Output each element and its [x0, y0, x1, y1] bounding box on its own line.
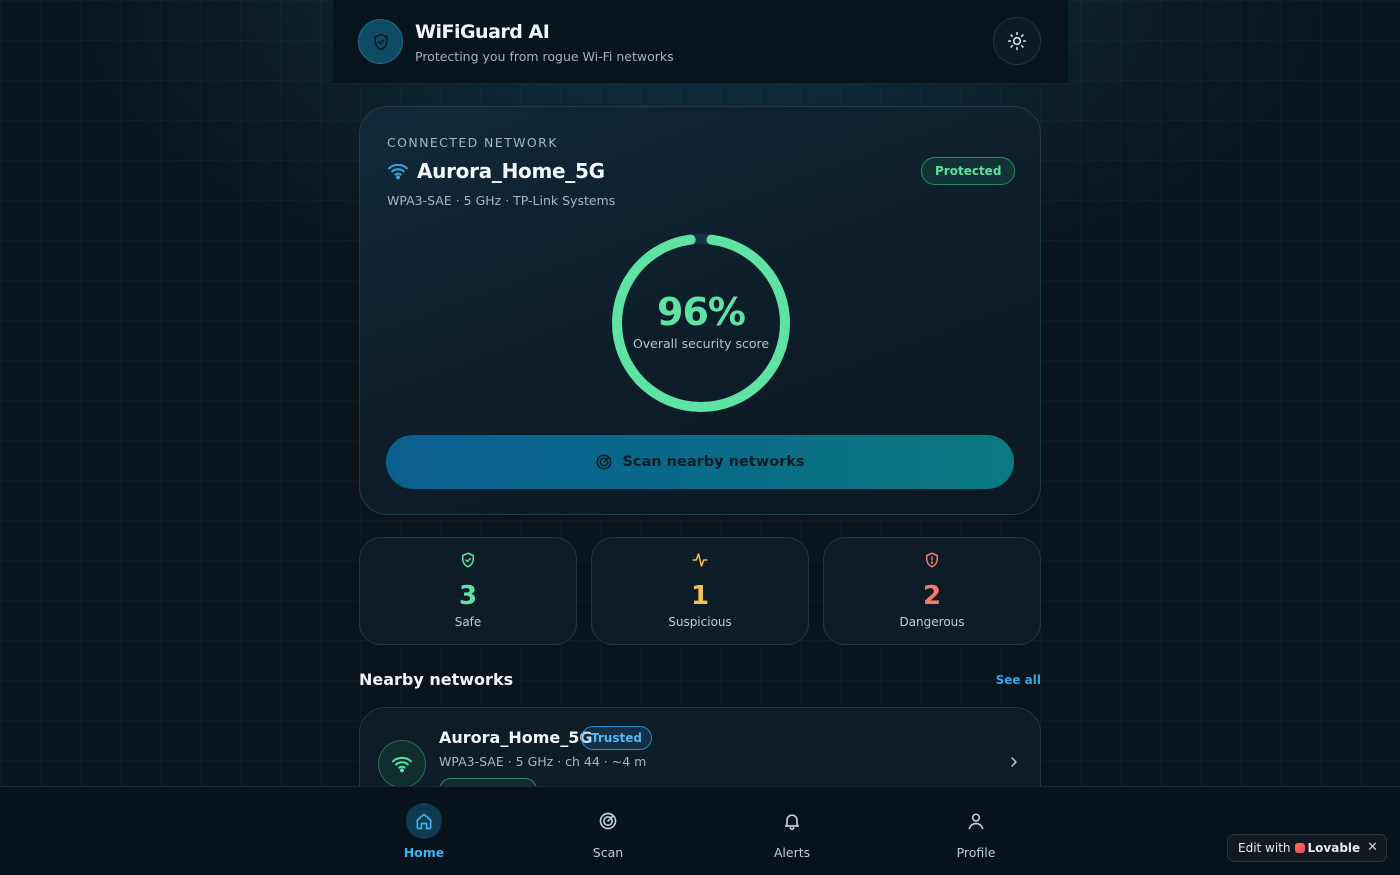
app-logo	[358, 19, 403, 64]
status-badge: Protected	[921, 157, 1016, 185]
sun-icon	[1007, 31, 1027, 51]
stat-dangerous[interactable]: 2 Dangerous	[823, 537, 1041, 645]
nav-home-label: Home	[403, 845, 445, 860]
edit-with-lovable-badge[interactable]: Edit with Lovable ✕	[1227, 834, 1387, 862]
security-score-label: Overall security score	[632, 336, 770, 351]
connected-network-row: Aurora_Home_5G	[387, 159, 605, 183]
scan-nearby-button[interactable]: Scan nearby networks	[386, 435, 1014, 489]
app-shell: WiFiGuard AI Protecting you from rogue W…	[333, 0, 1068, 875]
shield-icon	[373, 33, 388, 50]
stat-dangerous-label: Dangerous	[899, 615, 965, 629]
app-header: WiFiGuard AI Protecting you from rogue W…	[333, 0, 1068, 84]
lovable-heart-icon	[1294, 843, 1305, 853]
app-subtitle: Protecting you from rogue Wi-Fi networks	[415, 49, 674, 64]
nav-home[interactable]: Home	[374, 787, 474, 875]
network-name: Aurora_Home_5G	[439, 728, 593, 747]
nav-profile[interactable]: Profile	[926, 787, 1026, 875]
edit-with-label: Edit with	[1238, 841, 1291, 855]
chevron-right-icon	[1011, 757, 1017, 767]
connected-network-name: Aurora_Home_5G	[417, 159, 605, 183]
nav-scan[interactable]: Scan	[558, 787, 658, 875]
nav-alerts-label: Alerts	[773, 845, 811, 860]
nearby-networks-title: Nearby networks	[359, 670, 514, 689]
connected-network-eyebrow: CONNECTED NETWORK	[387, 135, 558, 150]
security-score-value: 96%	[657, 290, 746, 334]
see-all-link[interactable]: See all	[978, 673, 1041, 687]
lovable-brand: Lovable	[1294, 841, 1361, 855]
home-icon	[416, 813, 432, 830]
network-avatar	[378, 740, 426, 788]
stat-suspicious[interactable]: 1 Suspicious	[591, 537, 809, 645]
user-icon	[968, 813, 984, 830]
stat-safe-count: 3	[458, 581, 478, 611]
nav-profile-label: Profile	[956, 845, 996, 860]
nav-alerts[interactable]: Alerts	[742, 787, 842, 875]
activity-icon	[692, 553, 708, 567]
stat-suspicious-count: 1	[690, 581, 710, 611]
radar-icon	[596, 454, 612, 470]
stat-safe[interactable]: 3 Safe	[359, 537, 577, 645]
stat-dangerous-count: 2	[922, 581, 942, 611]
lovable-brand-label: Lovable	[1307, 841, 1361, 855]
shield-alert-icon	[926, 552, 938, 568]
stat-safe-label: Safe	[454, 615, 482, 629]
connected-network-card: CONNECTED NETWORK Aurora_Home_5G WPA3-SA…	[359, 106, 1041, 515]
network-meta: WPA3-SAE · 5 GHz · ch 44 · ~4 m	[439, 754, 647, 769]
close-icon[interactable]: ✕	[1367, 840, 1378, 855]
shield-check-icon	[462, 552, 474, 568]
nav-scan-label: Scan	[592, 845, 624, 860]
trusted-badge: Trusted	[581, 726, 652, 750]
radar-icon	[599, 812, 617, 830]
bottom-nav: Home Scan Alerts Profile	[0, 786, 1400, 875]
scan-nearby-label: Scan nearby networks	[622, 454, 805, 470]
bell-icon	[784, 814, 800, 831]
app-title: WiFiGuard AI	[415, 21, 550, 43]
connected-network-meta: WPA3-SAE · 5 GHz · TP-Link Systems	[387, 193, 616, 208]
theme-toggle-button[interactable]	[993, 17, 1041, 65]
stat-suspicious-label: Suspicious	[668, 615, 732, 629]
wifi-icon	[388, 163, 408, 180]
wifi-icon	[392, 756, 412, 773]
